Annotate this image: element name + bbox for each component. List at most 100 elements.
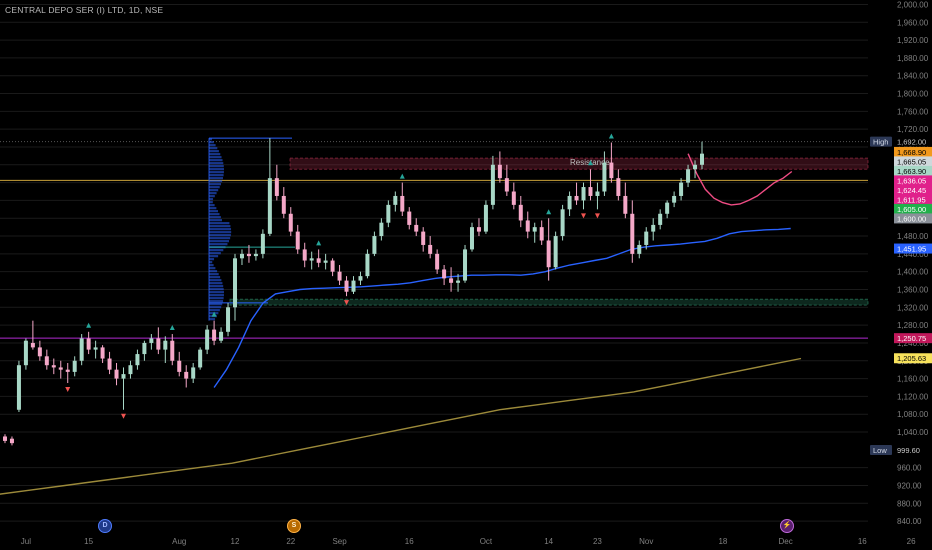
candle-body[interactable]: [288, 213, 293, 232]
candle-body[interactable]: [630, 213, 635, 254]
candle-body[interactable]: [309, 258, 314, 261]
candle-body[interactable]: [295, 231, 300, 250]
candle-body[interactable]: [198, 349, 203, 368]
candle-body[interactable]: [358, 276, 363, 281]
candle-body[interactable]: [274, 178, 279, 196]
candle-body[interactable]: [393, 195, 398, 205]
candle-body[interactable]: [351, 280, 356, 292]
candle-body[interactable]: [435, 253, 440, 270]
candle-body[interactable]: [267, 178, 272, 234]
candle-body[interactable]: [205, 329, 210, 350]
candle-body[interactable]: [463, 249, 468, 281]
candle-body[interactable]: [149, 338, 154, 343]
candle-body[interactable]: [456, 280, 461, 283]
candle-body[interactable]: [302, 249, 307, 261]
candle-body[interactable]: [476, 227, 481, 232]
candle-body[interactable]: [246, 253, 251, 257]
candle-body[interactable]: [260, 233, 265, 254]
candle-body[interactable]: [553, 236, 558, 268]
candle-body[interactable]: [532, 227, 537, 232]
candle-body[interactable]: [602, 162, 607, 192]
candle-body[interactable]: [3, 436, 7, 441]
candle-body[interactable]: [518, 204, 523, 221]
candle-body[interactable]: [693, 164, 698, 170]
candle-body[interactable]: [30, 342, 35, 348]
candle-body[interactable]: [504, 178, 509, 192]
candle-body[interactable]: [609, 162, 614, 179]
candle-body[interactable]: [212, 329, 217, 341]
candle-body[interactable]: [588, 187, 593, 196]
candle-body[interactable]: [595, 191, 600, 196]
candle-body[interactable]: [511, 191, 516, 205]
candle-body[interactable]: [9, 438, 14, 444]
candle-body[interactable]: [414, 224, 419, 232]
candle-body[interactable]: [58, 367, 63, 370]
candle-body[interactable]: [107, 358, 112, 370]
candle-body[interactable]: [16, 365, 21, 410]
candle-body[interactable]: [449, 278, 454, 283]
candle-body[interactable]: [574, 195, 579, 201]
candle-body[interactable]: [37, 347, 42, 357]
candle-body[interactable]: [281, 195, 286, 214]
candle-body[interactable]: [372, 236, 377, 254]
candle-body[interactable]: [560, 209, 565, 237]
split-event-icon[interactable]: S: [287, 519, 301, 533]
candle-body[interactable]: [651, 224, 656, 232]
candle-body[interactable]: [23, 340, 28, 366]
candle-body[interactable]: [400, 195, 405, 212]
dividend-event-icon[interactable]: D: [98, 519, 112, 533]
candle-body[interactable]: [233, 258, 238, 308]
candle-body[interactable]: [344, 280, 349, 292]
candle-body[interactable]: [191, 367, 196, 379]
candle-body[interactable]: [184, 371, 189, 379]
candle-body[interactable]: [442, 269, 447, 279]
candle-body[interactable]: [539, 227, 544, 241]
candle-body[interactable]: [156, 338, 161, 350]
candle-body[interactable]: [114, 369, 119, 379]
candle-body[interactable]: [79, 338, 84, 361]
candle-body[interactable]: [497, 164, 502, 179]
candle-body[interactable]: [239, 253, 244, 259]
candle-body[interactable]: [672, 195, 677, 203]
candle-body[interactable]: [163, 340, 168, 350]
candle-body[interactable]: [686, 169, 691, 183]
candle-body[interactable]: [86, 338, 91, 350]
candle-body[interactable]: [546, 240, 551, 268]
candle-body[interactable]: [72, 360, 77, 372]
candle-body[interactable]: [226, 307, 231, 332]
candle-body[interactable]: [128, 365, 133, 375]
candle-body[interactable]: [170, 340, 175, 361]
candle-body[interactable]: [386, 204, 391, 223]
candle-body[interactable]: [219, 331, 224, 341]
candle-body[interactable]: [379, 222, 384, 237]
candle-body[interactable]: [581, 187, 586, 201]
candle-body[interactable]: [567, 195, 572, 210]
earnings-event-icon[interactable]: ⚡: [780, 519, 794, 533]
candle-body[interactable]: [525, 220, 530, 232]
candle-body[interactable]: [44, 356, 49, 366]
candle-body[interactable]: [316, 258, 321, 263]
candle-body[interactable]: [365, 253, 370, 277]
price-chart[interactable]: Resistance840.00880.00920.00960.001,040.…: [0, 0, 932, 550]
candle-body[interactable]: [337, 271, 342, 281]
candle-body[interactable]: [177, 360, 182, 372]
candle-body[interactable]: [323, 260, 328, 263]
candle-body[interactable]: [93, 347, 98, 350]
candle-body[interactable]: [330, 260, 335, 272]
candle-body[interactable]: [658, 213, 663, 225]
candle-body[interactable]: [65, 369, 70, 372]
candle-body[interactable]: [253, 253, 258, 257]
candle-body[interactable]: [616, 178, 621, 196]
candle-body[interactable]: [428, 244, 433, 254]
candle-body[interactable]: [407, 211, 412, 225]
candle-body[interactable]: [135, 354, 140, 366]
candle-body[interactable]: [469, 227, 474, 250]
candle-body[interactable]: [644, 231, 649, 245]
candle-body[interactable]: [665, 202, 670, 214]
candle-body[interactable]: [121, 374, 126, 379]
candle-body[interactable]: [637, 244, 642, 254]
candle-body[interactable]: [51, 365, 56, 368]
candle-body[interactable]: [623, 195, 628, 214]
candle-body[interactable]: [421, 231, 426, 245]
candle-body[interactable]: [100, 347, 105, 359]
